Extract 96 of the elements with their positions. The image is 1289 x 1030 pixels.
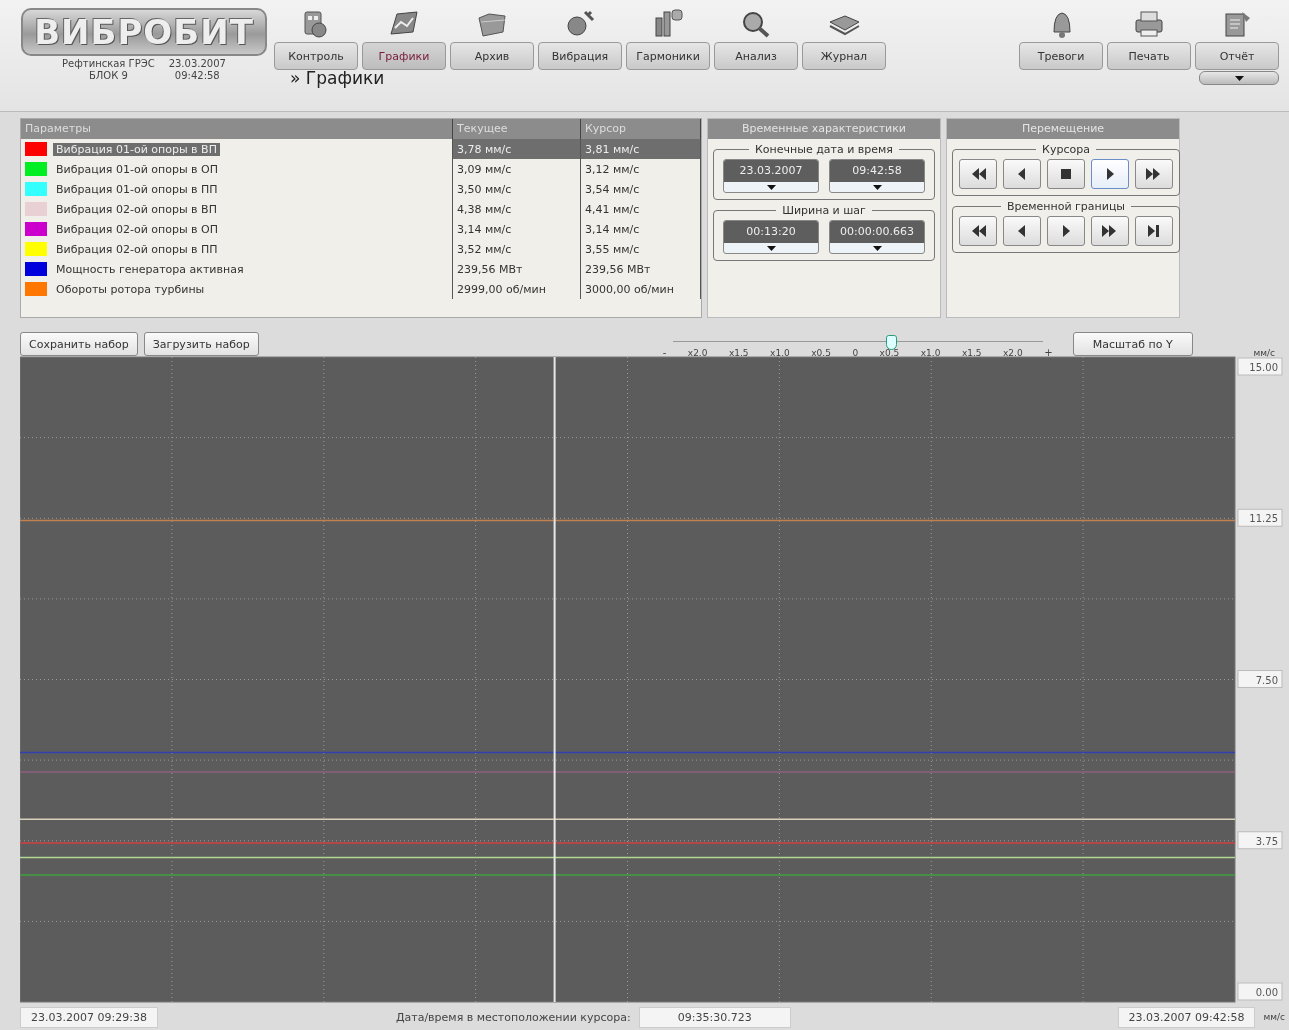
set-button[interactable]: Загрузить набор (143, 332, 259, 356)
current-time: 09:42:58 (173, 70, 221, 82)
table-cell: 3,54 мм/с (581, 179, 701, 199)
table-cell: 3,09 мм/с (453, 159, 581, 179)
current-date: 23.03.2007 (168, 58, 226, 70)
table-cell: 2999,00 об/мин (453, 279, 581, 299)
table-cell: 3,14 мм/с (581, 219, 701, 239)
dropdown-button[interactable] (1199, 71, 1279, 85)
caret-icon (766, 184, 776, 190)
set-button[interactable]: Сохранить набор (20, 332, 138, 356)
caret-icon (1234, 75, 1244, 81)
transport-button[interactable] (1091, 159, 1129, 189)
table-cell: 3000,00 об/мин (581, 279, 701, 299)
printer-icon (1132, 8, 1166, 40)
plus-label: + (1044, 347, 1053, 358)
nav-tab[interactable]: Вибрация (538, 42, 622, 70)
scale-label: x2.0 (687, 348, 708, 358)
unit-name: БЛОК 9 (87, 70, 129, 82)
end-time: 23.03.2007 09:42:58 (1117, 1006, 1256, 1028)
nav-tab[interactable]: Журнал (802, 42, 886, 70)
scale-label: 0 (852, 348, 859, 358)
column-header: Курсор (581, 119, 701, 139)
panel-title: Временные характеристики (708, 119, 940, 139)
transport-button[interactable] (1135, 216, 1173, 246)
scale-label: x1.0 (770, 348, 790, 358)
table-cell: 3,50 мм/с (453, 179, 581, 199)
dropdown-field[interactable]: 23.03.2007 (723, 159, 819, 193)
table-cell: 239,56 МВт (453, 259, 581, 279)
caret-icon (872, 184, 882, 190)
axis-tick-label: 0.00 (1237, 982, 1283, 1001)
axis-tick-label: 11.25 (1237, 508, 1283, 527)
parameter-name[interactable]: Вибрация 02-ой опоры в ПП (53, 242, 221, 256)
transport-button[interactable] (1047, 159, 1085, 189)
nav-tab[interactable]: Контроль (274, 42, 358, 70)
nav-tab[interactable]: Графики (362, 42, 446, 70)
nav-tab[interactable]: Гармоники (626, 42, 710, 70)
table-cell: 3,12 мм/с (581, 159, 701, 179)
transport-button[interactable] (1047, 216, 1085, 246)
column-header: Параметры (21, 119, 453, 139)
transport-button[interactable] (1135, 159, 1173, 189)
table-cell: 3,78 мм/с (453, 139, 581, 159)
axis-tick-label: 3.75 (1237, 831, 1283, 850)
start-time: 23.03.2007 09:29:38 (20, 1006, 158, 1028)
axis-tick-label: 15.00 (1237, 357, 1283, 376)
parameter-name[interactable]: Мощность генератора активная (53, 262, 247, 276)
logo: ВИБРОБИТ (21, 8, 267, 56)
cursor-time: 09:35:30.723 (638, 1006, 791, 1028)
nav-tab[interactable]: Тревоги (1019, 42, 1103, 70)
cursor-time-label: Дата/время в местоположении курсора: (395, 1010, 631, 1024)
parameter-name[interactable]: Вибрация 01-ой опоры в ВП (53, 142, 220, 156)
caret-icon (872, 245, 882, 251)
dropdown-field[interactable]: 09:42:58 (829, 159, 925, 193)
nav-tab[interactable]: Анализ (714, 42, 798, 70)
transport-button[interactable] (959, 216, 997, 246)
parameter-name[interactable]: Вибрация 02-ой опоры в ОП (53, 222, 222, 236)
table-cell: 3,55 мм/с (581, 239, 701, 259)
parameter-name[interactable]: Вибрация 01-ой опоры в ОП (53, 162, 222, 176)
station-name: Рефтинская ГРЭС (62, 58, 155, 70)
parameter-name[interactable]: Вибрация 01-ой опоры в ПП (53, 182, 221, 196)
scale-label: x1.5 (728, 348, 749, 358)
slider-thumb[interactable] (886, 335, 897, 350)
table-cell: 3,81 мм/с (581, 139, 701, 159)
group-label: Временной границы (1005, 200, 1127, 213)
scale-y-button[interactable]: Масштаб по Y (1072, 332, 1193, 356)
parameter-name[interactable]: Вибрация 02-ой опоры в ВП (53, 202, 220, 216)
scale-label: x0.5 (811, 348, 831, 358)
caret-icon (766, 245, 776, 251)
nav-tab[interactable]: Печать (1107, 42, 1191, 70)
minus-label: - (662, 347, 667, 358)
transport-button[interactable] (959, 159, 997, 189)
table-cell: 3,14 мм/с (453, 219, 581, 239)
scale-label: x1.0 (920, 348, 941, 358)
table-cell: 3,52 мм/с (453, 239, 581, 259)
scale-label: x1.5 (961, 348, 982, 358)
parameter-name[interactable]: Обороты ротора турбины (53, 282, 208, 296)
axis-unit: мм/с (1253, 348, 1275, 358)
scale-label: x0.5 (879, 348, 900, 358)
nav-tab[interactable]: Архив (450, 42, 534, 70)
transport-button[interactable] (1003, 159, 1041, 189)
group-label: Ширина и шаг (781, 204, 867, 217)
group-label: Конечные дата и время (754, 143, 894, 156)
table-cell: 239,56 МВт (581, 259, 701, 279)
nav-tab[interactable]: Отчёт (1195, 42, 1279, 70)
table-cell: 4,41 мм/с (581, 199, 701, 219)
dropdown-field[interactable]: 00:13:20 (723, 220, 819, 254)
group-label: Курсора (1041, 143, 1091, 156)
axis-tick-label: 7.50 (1237, 670, 1283, 688)
transport-button[interactable] (1003, 216, 1041, 246)
scale-label: x2.0 (1003, 348, 1023, 358)
axis-unit: мм/с (1263, 1012, 1285, 1022)
transport-button[interactable] (1091, 216, 1129, 246)
column-header: Текущее (453, 119, 581, 139)
breadcrumb: » Графики (289, 68, 385, 88)
dropdown-field[interactable]: 00:00:00.663 (829, 220, 925, 254)
panel-title: Перемещение (947, 119, 1179, 139)
table-cell: 4,38 мм/с (453, 199, 581, 219)
